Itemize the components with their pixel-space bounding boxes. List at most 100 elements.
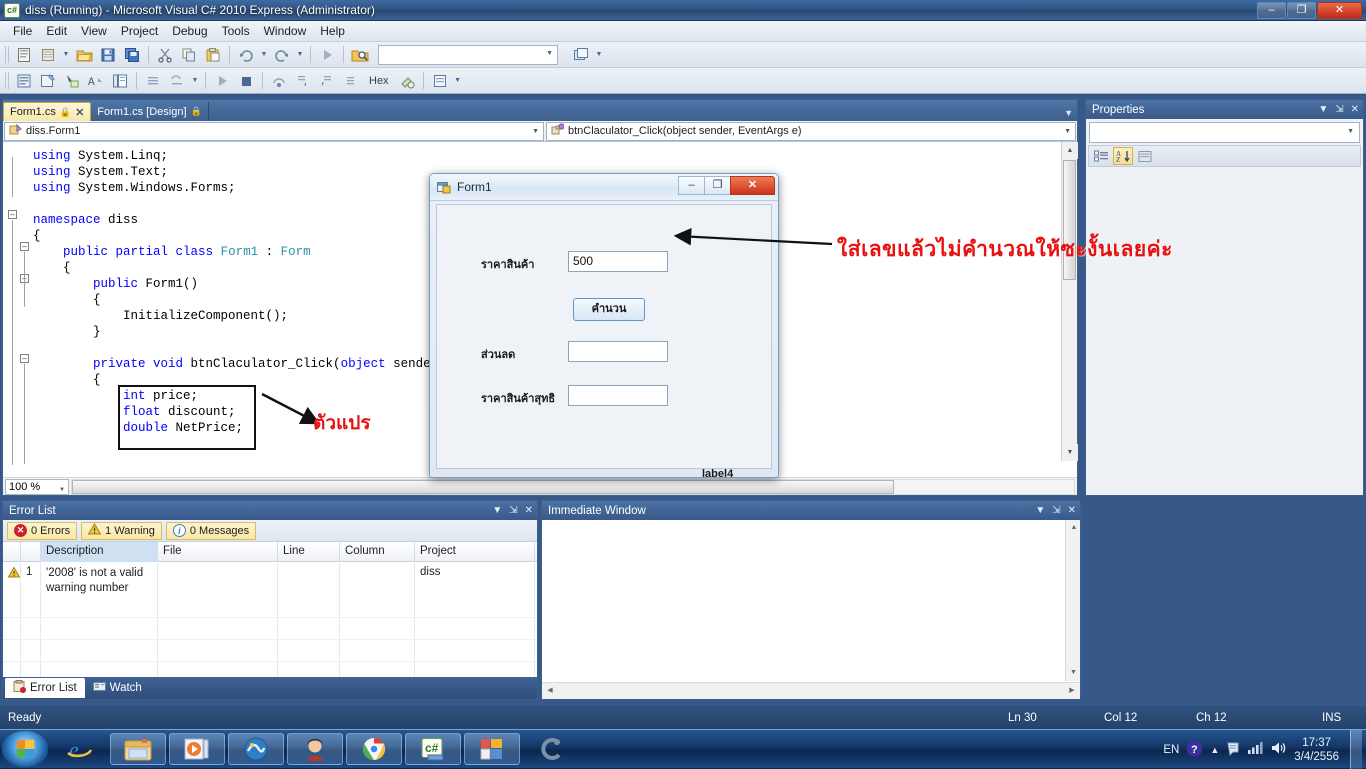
menu-item-file[interactable]: File [6,22,39,40]
panel-menu-icon[interactable]: ▼ [492,505,502,516]
save-all-icon[interactable] [121,44,143,66]
class-dropdown[interactable]: diss.Form1 ▼ [4,121,544,141]
uncomment-lines-icon[interactable] [166,70,188,92]
filter-messages-button[interactable]: i 0 Messages [165,521,257,540]
bottom-tab-watch[interactable]: Watch [85,678,150,698]
new-window-icon[interactable] [570,44,592,66]
member-dropdown[interactable]: btnClaculator_Click(object sender, Event… [546,121,1076,141]
redo-dropdown-icon[interactable]: ▼ [295,44,305,66]
hex-toggle-button[interactable]: Hex [363,75,395,87]
menu-item-help[interactable]: Help [313,22,352,40]
pin-icon[interactable]: ⇲ [509,505,517,516]
maximize-button[interactable]: ❐ [1287,2,1316,19]
redo-icon[interactable] [271,44,293,66]
debug-windows-icon[interactable] [429,70,451,92]
taskbar-item-windows-explorer[interactable] [110,733,166,765]
taskbar-item-form-designer-window[interactable] [464,733,520,765]
scroll-up-arrow-icon[interactable]: ▲ [1062,142,1078,159]
code-definition-icon[interactable] [109,70,131,92]
form1-window[interactable]: Form1 – ❐ ✕ ราคาสินค้า 500 คำนวน ส่วนลด … [429,173,779,480]
menu-item-project[interactable]: Project [114,22,165,40]
taskbar-item-visual-csharp-express[interactable]: c# [405,733,461,765]
zoom-level-combo[interactable]: 100 % [5,478,69,497]
immediate-vertical-scrollbar[interactable]: ▲ ▼ [1065,520,1080,681]
immediate-window-input[interactable] [542,520,1080,681]
taskbar-item-media-player[interactable] [169,733,225,765]
menu-item-tools[interactable]: Tools [215,22,257,40]
error-list-rows[interactable]: 1 '2008' is not a valid warning number d… [3,563,537,684]
close-icon[interactable]: ✕ [525,505,533,516]
step-next-icon[interactable] [340,70,362,92]
speaker-icon[interactable] [1271,741,1287,758]
find-in-files-icon[interactable] [349,44,371,66]
new-project-icon[interactable] [13,44,35,66]
tab-close-icon[interactable]: ✕ [75,106,84,119]
continue-debug-icon[interactable] [211,70,233,92]
undo-dropdown-icon[interactable]: ▼ [259,44,269,66]
copy-icon[interactable] [178,44,200,66]
form1-maximize-button[interactable]: ❐ [704,176,731,195]
solution-explorer-icon[interactable] [13,70,35,92]
alphabetical-sort-icon[interactable]: AZ [1113,147,1133,165]
form1-close-button[interactable]: ✕ [730,176,775,195]
categorized-icon[interactable] [1091,147,1111,165]
find-combo[interactable] [378,44,558,65]
table-row[interactable]: 1 '2008' is not a valid warning number d… [3,563,537,596]
taskbar-item-internet-explorer[interactable]: e [51,733,107,765]
tab-strip-dropdown-icon[interactable]: ▼ [1064,108,1073,118]
taskbar-item-google-chrome[interactable] [346,733,402,765]
code-outlining-margin[interactable]: – – – – [3,142,33,477]
step-out-icon[interactable] [316,70,338,92]
outline-collapse-method[interactable]: – [20,354,29,363]
comment-lines-icon[interactable] [142,70,164,92]
column-line[interactable]: Line [278,541,340,562]
scroll-right-arrow-icon[interactable]: ▶ [1064,683,1080,699]
menu-item-view[interactable]: View [74,22,114,40]
menu-bar[interactable]: File Edit View Project Debug Tools Windo… [0,21,1366,42]
clock[interactable]: 17:37 3/4/2556 [1294,736,1339,764]
form1-minimize-button[interactable]: – [678,176,705,195]
chevron-down-icon[interactable]: ▼ [532,128,539,135]
outline-collapse-class[interactable]: – [20,242,29,251]
column-column[interactable]: Column [340,541,415,562]
cut-icon[interactable] [154,44,176,66]
column-description[interactable]: Description [41,541,158,562]
toolbar-overflow-icon[interactable]: ▼ [190,70,200,92]
close-button[interactable]: ✕ [1317,2,1362,19]
action-center-flag-icon[interactable] [1226,741,1241,759]
discount-input[interactable] [568,341,668,362]
pin-icon[interactable]: ⇲ [1052,505,1060,516]
properties-grid[interactable] [1088,172,1361,493]
step-into-icon[interactable] [292,70,314,92]
menu-item-debug[interactable]: Debug [165,22,214,40]
start-button[interactable] [2,731,48,767]
scroll-left-arrow-icon[interactable]: ◀ [542,683,558,699]
chevron-down-icon[interactable]: ▼ [1064,128,1071,135]
filter-errors-button[interactable]: ✕ 0 Errors [7,521,78,540]
window-controls[interactable]: – ❐ ✕ [1257,2,1362,19]
close-icon[interactable]: ✕ [1351,104,1359,115]
scroll-down-arrow-icon[interactable]: ▼ [1062,444,1078,461]
toolbar-grip[interactable] [5,46,10,63]
step-over-icon[interactable] [268,70,290,92]
editor-horizontal-scrollbar-row[interactable]: 100 % [3,477,1077,497]
help-icon[interactable]: ? [1186,740,1203,760]
pin-icon[interactable]: ⇲ [1335,104,1343,115]
form1-window-controls[interactable]: – ❐ ✕ [678,176,775,195]
outline-collapse-namespace[interactable]: – [8,210,17,219]
price-input[interactable]: 500 [568,251,668,272]
bottom-tab-error-list[interactable]: Error List [5,678,85,698]
open-file-icon[interactable] [73,44,95,66]
network-bars-icon[interactable] [1248,741,1264,758]
close-icon[interactable]: ✕ [1068,505,1076,516]
horizontal-scroll-thumb[interactable] [72,479,894,494]
tab-form1-cs-design[interactable]: Form1.cs [Design] 🔒 [91,102,209,121]
editor-vertical-scrollbar[interactable]: ▲ ▼ [1061,142,1078,461]
toolbar-dropdown-caret-icon[interactable]: ▼ [61,44,71,66]
object-browser-icon[interactable] [61,70,83,92]
toolbox-icon[interactable]: A [85,70,107,92]
column-project[interactable]: Project [415,541,535,562]
scroll-down-arrow-icon[interactable]: ▼ [1066,665,1081,681]
horizontal-scroll-track[interactable] [71,478,1075,495]
toolbar-grip[interactable] [5,72,10,89]
